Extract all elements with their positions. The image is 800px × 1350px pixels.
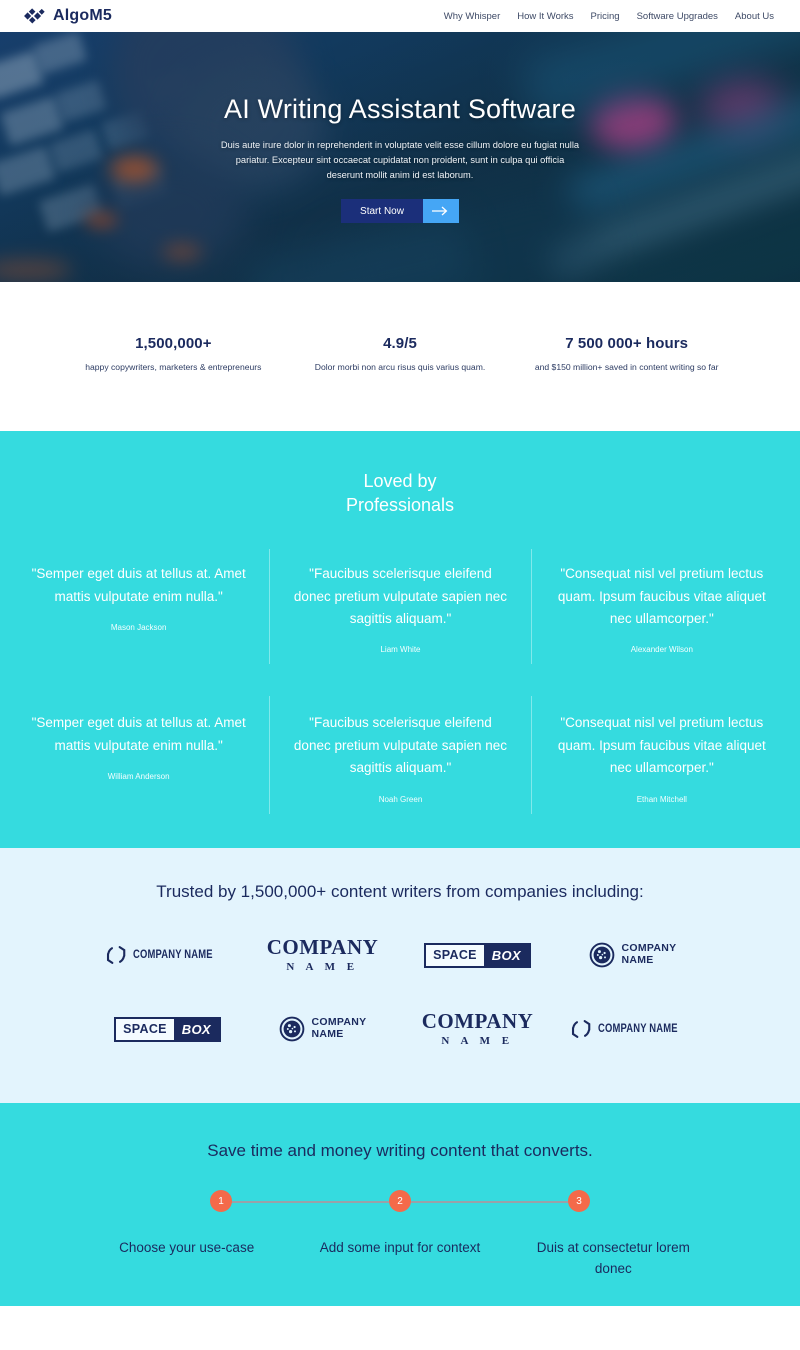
testimonial-card: "Consequat nisl vel pretium lectus quam.…: [530, 549, 792, 665]
hexagon-swirl-icon: [571, 1020, 591, 1039]
company-logo-word2: BOX: [181, 1021, 211, 1037]
brand-logo[interactable]: AlgoM5: [24, 7, 112, 25]
hero-section: AI Writing Assistant Software Duis aute …: [0, 32, 800, 282]
main-nav: Why Whisper How It Works Pricing Softwar…: [444, 11, 774, 22]
stat-item: 7 500 000+ hours and $150 million+ saved…: [513, 335, 740, 375]
testimonial-card: "Semper eget duis at tellus at. Amet mat…: [8, 549, 269, 664]
testimonial-card: "Faucibus scelerisque eleifend donec pre…: [269, 549, 530, 665]
testimonials-heading: Loved by Professionals: [345, 471, 455, 516]
testimonial-author: Liam White: [380, 645, 421, 655]
step-label-3: Duis at consectetur lorem donec: [536, 1240, 690, 1277]
company-logo: COMPANY NAME: [589, 929, 677, 981]
company-logo-word2: BOX: [491, 947, 521, 963]
company-logo-line1: COMPANY: [421, 1009, 534, 1034]
company-logo-text: COMPANY NAME: [597, 1023, 678, 1036]
nav-link-how-it-works[interactable]: How It Works: [517, 11, 573, 22]
company-logo-line2: N A M E: [286, 961, 359, 974]
hexagon-swirl-icon: [106, 946, 126, 965]
company-logo: COMPANY N A M E: [267, 929, 379, 981]
testimonial-author: Alexander Wilson: [630, 645, 693, 655]
hero-cta-group: Start Now: [341, 199, 459, 224]
stat-value: 4.9/5: [383, 335, 417, 352]
step-dot-2[interactable]: 2: [389, 1190, 411, 1213]
arrow-right-icon: [431, 206, 448, 216]
stats-section: 1,500,000+ happy copywriters, marketers …: [0, 282, 800, 431]
globe-icon: [279, 1016, 304, 1042]
steps-section: Save time and money writing content that…: [0, 1103, 800, 1307]
step-label-1: Choose your use-case: [119, 1240, 255, 1256]
testimonial-card: "Semper eget duis at tellus at. Amet mat…: [8, 696, 269, 813]
testimonial-quote: "Faucibus scelerisque eleifend donec pre…: [293, 566, 508, 627]
testimonials-row-2: "Semper eget duis at tellus at. Amet mat…: [0, 696, 800, 814]
site-header: AlgoM5 Why Whisper How It Works Pricing …: [0, 0, 800, 32]
testimonial-quote: "Faucibus scelerisque eleifend donec pre…: [293, 715, 508, 776]
company-logo-grid: COMPANY NAME COMPANY N A M E SPACE BOX C…: [0, 929, 800, 1055]
step-label-2: Add some input for context: [319, 1240, 481, 1256]
stat-label: happy copywriters, marketers & entrepren…: [85, 362, 262, 372]
step-dot-1[interactable]: 1: [210, 1190, 232, 1213]
trusted-section: Trusted by 1,500,000+ content writers fr…: [0, 847, 800, 1104]
company-logo-word1: SPACE: [116, 1018, 174, 1040]
brand-name: AlgoM5: [53, 7, 112, 24]
testimonial-quote: "Semper eget duis at tellus at. Amet mat…: [31, 566, 246, 604]
company-logo-word1: SPACE: [426, 944, 484, 966]
hero-arrow-button[interactable]: [422, 199, 459, 224]
company-logo: SPACE BOX: [424, 929, 531, 981]
testimonial-quote: "Consequat nisl vel pretium lectus quam.…: [557, 715, 766, 776]
hero-subtitle: Duis aute irure dolor in reprehenderit i…: [220, 140, 580, 181]
testimonials-section: Loved by Professionals "Semper eget duis…: [0, 431, 800, 848]
company-logo: COMPANY NAME: [105, 929, 230, 981]
company-logo-line2: NAME: [621, 954, 654, 967]
stat-item: 4.9/5 Dolor morbi non arcu risus quis va…: [287, 335, 514, 375]
company-logo: COMPANY N A M E: [422, 1003, 534, 1055]
testimonials-row-1: "Semper eget duis at tellus at. Amet mat…: [0, 549, 800, 665]
testimonial-quote: "Semper eget duis at tellus at. Amet mat…: [31, 715, 246, 753]
nav-link-pricing[interactable]: Pricing: [591, 11, 620, 22]
testimonial-card: "Consequat nisl vel pretium lectus quam.…: [530, 696, 792, 814]
testimonial-quote: "Consequat nisl vel pretium lectus quam.…: [557, 566, 766, 627]
stat-label: and $150 million+ saved in content writi…: [534, 362, 719, 372]
company-logo-line2: N A M E: [441, 1035, 514, 1048]
company-logo-line1: COMPANY: [266, 935, 379, 960]
diamond-cluster-icon: [24, 8, 45, 24]
steps-labels: Choose your use-case Add some input for …: [0, 1237, 800, 1279]
start-now-button[interactable]: Start Now: [341, 199, 423, 224]
step-dot-3[interactable]: 3: [568, 1190, 590, 1213]
trusted-heading: Trusted by 1,500,000+ content writers fr…: [156, 881, 644, 901]
stat-value: 7 500 000+ hours: [565, 335, 689, 352]
nav-link-about-us[interactable]: About Us: [735, 11, 774, 22]
stat-label: Dolor morbi non arcu risus quis varius q…: [314, 362, 486, 372]
nav-link-software-upgrades[interactable]: Software Upgrades: [637, 11, 718, 22]
stat-item: 1,500,000+ happy copywriters, marketers …: [60, 335, 287, 375]
steps-heading: Save time and money writing content that…: [207, 1141, 593, 1161]
company-logo: COMPANY NAME: [279, 1003, 367, 1055]
steps-progress-track: 1 2 3: [210, 1190, 590, 1213]
company-logo-line2: NAME: [311, 1028, 344, 1041]
hero-title: AI Writing Assistant Software: [224, 94, 576, 124]
company-logo: SPACE BOX: [114, 1003, 221, 1055]
company-logo: COMPANY NAME: [570, 1003, 695, 1055]
testimonial-author: Noah Green: [378, 794, 423, 804]
testimonial-author: Ethan Mitchell: [636, 794, 687, 804]
testimonial-card: "Faucibus scelerisque eleifend donec pre…: [269, 696, 530, 814]
stat-value: 1,500,000+: [135, 335, 212, 352]
company-logo-text: COMPANY NAME: [132, 949, 213, 962]
nav-link-why-whisper[interactable]: Why Whisper: [444, 11, 500, 22]
testimonial-author: William Anderson: [107, 772, 170, 782]
testimonial-author: Mason Jackson: [110, 623, 167, 633]
globe-icon: [589, 942, 614, 968]
